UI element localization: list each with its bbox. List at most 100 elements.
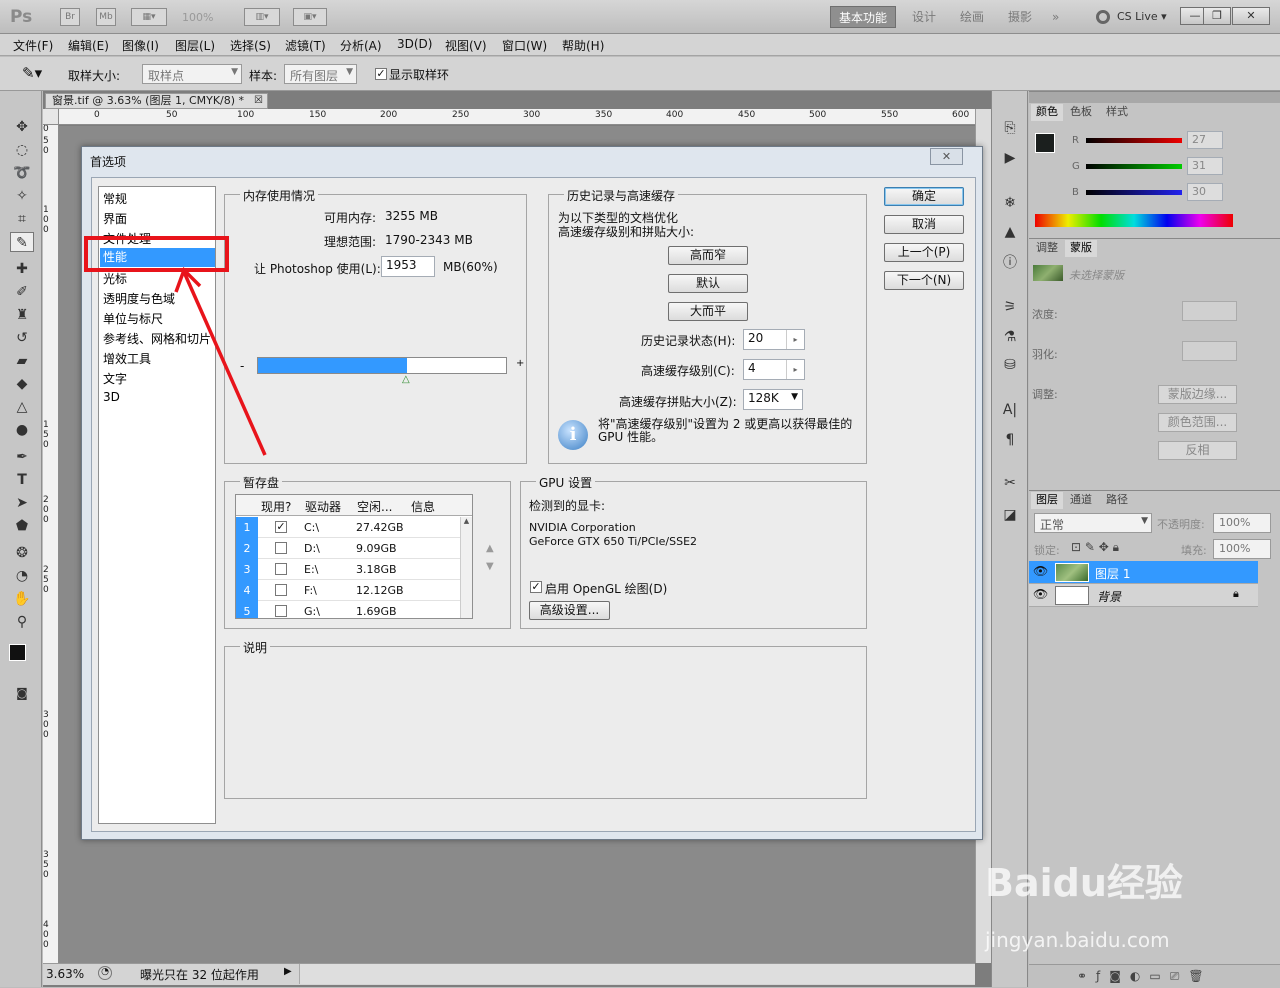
hand-tool-icon[interactable]: ✋ — [10, 589, 34, 609]
menu-layer[interactable]: 图层(L) — [175, 37, 215, 54]
sample-select[interactable]: 所有图层 ▼ — [284, 64, 357, 84]
b-slider[interactable] — [1086, 190, 1182, 195]
3d-panel-icon[interactable]: ❄ — [999, 193, 1021, 213]
actions-panel-icon[interactable]: ▶ — [999, 148, 1021, 168]
tab-swatches[interactable]: 色板 — [1065, 104, 1097, 121]
big-flat-button[interactable]: 大而平 — [668, 302, 748, 321]
menu-file[interactable]: 文件(F) — [13, 37, 53, 54]
color-spectrum[interactable] — [1035, 214, 1233, 227]
document-tab[interactable]: 窗景.tif @ 3.63% (图层 1, CMYK/8) * ☒ — [45, 93, 268, 109]
close-tab-icon[interactable]: ☒ — [254, 94, 263, 108]
3d-rotate-icon[interactable]: ❂ — [10, 543, 34, 563]
tab-color[interactable]: 颜色 — [1031, 104, 1063, 121]
nav-type[interactable]: 文字 — [103, 370, 127, 387]
menu-image[interactable]: 图像(I) — [122, 37, 159, 54]
nav-plugins[interactable]: 增效工具 — [103, 350, 151, 367]
3d-orbit-icon[interactable]: ◔ — [10, 566, 34, 586]
character-panel-icon[interactable]: A| — [999, 400, 1021, 420]
lasso-tool-icon[interactable]: ➰ — [10, 163, 34, 183]
density-field[interactable] — [1182, 301, 1237, 321]
color-range-button[interactable]: 颜色范围... — [1158, 413, 1237, 432]
mini-bridge-button[interactable]: Mb — [96, 8, 116, 26]
nav-transparency[interactable]: 透明度与色域 — [103, 290, 175, 307]
panel-header-bar[interactable] — [1029, 92, 1280, 103]
menu-3d[interactable]: 3D(D) — [397, 37, 432, 51]
horizontal-scrollbar[interactable] — [299, 964, 975, 984]
layer-row[interactable]: 👁︎ 图层 1 — [1029, 561, 1258, 584]
menu-analysis[interactable]: 分析(A) — [340, 37, 382, 54]
cache-tile-size-select[interactable]: 128K ▼ — [743, 389, 803, 410]
cache-levels-input[interactable]: 4 ▸ — [743, 359, 805, 380]
advanced-settings-button[interactable]: 高级设置... — [529, 601, 610, 620]
eyedropper-tool-icon[interactable]: ✎ — [10, 232, 34, 252]
column-header-info[interactable]: 信息 — [411, 498, 435, 515]
brushes-panel-icon[interactable]: ⚞ — [999, 297, 1021, 317]
bridge-button[interactable]: Br — [60, 8, 80, 26]
r-value[interactable]: 27 — [1187, 131, 1223, 149]
layer-name[interactable]: 图层 1 — [1095, 565, 1130, 582]
history-states-input[interactable]: 20 ▸ — [743, 329, 805, 350]
table-row[interactable]: 4 F:\ 12.12GB — [236, 580, 460, 601]
previous-button[interactable]: 上一个(P) — [884, 243, 964, 262]
scratch-active-checkbox[interactable] — [275, 584, 287, 596]
tab-masks[interactable]: 蒙版 — [1065, 240, 1097, 257]
restore-button[interactable]: ❐ — [1203, 7, 1231, 25]
visibility-eye-icon[interactable]: 👁︎ — [1033, 564, 1048, 578]
marquee-tool-icon[interactable]: ◌ — [10, 140, 34, 160]
menu-window[interactable]: 窗口(W) — [502, 37, 547, 54]
column-header-drive[interactable]: 驱动器 — [305, 498, 341, 515]
tall-thin-button[interactable]: 高而窄 — [668, 246, 748, 265]
status-menu-arrow-icon[interactable]: ▶ — [284, 966, 292, 977]
r-slider[interactable] — [1086, 138, 1182, 143]
column-header-active[interactable]: 现用? — [261, 498, 291, 515]
scratch-active-checkbox[interactable] — [275, 605, 287, 617]
nav-units[interactable]: 单位与标尺 — [103, 310, 163, 327]
zoom-tool-icon[interactable]: ⚲ — [10, 612, 34, 632]
crop-tool-icon[interactable]: ⌗ — [10, 209, 34, 229]
dialog-close-button[interactable]: ✕ — [930, 148, 963, 165]
cancel-button[interactable]: 取消 — [884, 215, 964, 234]
menu-view[interactable]: 视图(V) — [445, 37, 487, 54]
clone-source-icon[interactable]: ⚗ — [999, 327, 1021, 347]
workspace-design[interactable]: 设计 — [904, 6, 944, 28]
eraser-tool-icon[interactable]: ▰ — [10, 351, 34, 371]
ok-button[interactable]: 确定 — [884, 187, 964, 206]
brush-tool-icon[interactable]: ✐ — [10, 282, 34, 302]
opengl-checkbox[interactable]: ✓ — [530, 581, 542, 593]
foreground-swatch[interactable] — [1035, 133, 1055, 153]
menu-help[interactable]: 帮助(H) — [562, 37, 604, 54]
g-slider[interactable] — [1086, 164, 1182, 169]
screen-mode-button[interactable]: ▣▾ — [293, 8, 327, 26]
scratch-active-checkbox[interactable]: ✓ — [275, 521, 287, 533]
menu-edit[interactable]: 编辑(E) — [68, 37, 109, 54]
next-button[interactable]: 下一个(N) — [884, 271, 964, 290]
nav-interface[interactable]: 界面 — [103, 210, 127, 227]
g-value[interactable]: 31 — [1187, 157, 1223, 175]
opacity-field[interactable]: 100% — [1213, 513, 1271, 533]
table-row[interactable]: 5 G:\ 1.69GB — [236, 601, 460, 618]
memory-slider-track[interactable] — [257, 357, 507, 374]
info-panel-icon[interactable]: ⓘ — [999, 253, 1021, 273]
adjustment-panel-icon[interactable]: ◪ — [999, 505, 1021, 525]
layers-footer-icons[interactable]: ⚭ƒ◙◐▭⎚🗑︎ — [1029, 964, 1280, 988]
table-scrollbar[interactable]: ▲ — [460, 517, 472, 618]
foreground-color-swatch[interactable] — [9, 644, 26, 661]
blend-mode-select[interactable]: 正常 ▼ — [1034, 513, 1152, 533]
lock-icons[interactable]: ⊡ ✎ ✥ 🔒︎ — [1071, 540, 1119, 555]
status-info-icon[interactable]: ◔ — [98, 966, 112, 980]
nav-general[interactable]: 常规 — [103, 190, 127, 207]
default-button[interactable]: 默认 — [668, 274, 748, 293]
history-brush-icon[interactable]: ↺ — [10, 328, 34, 348]
memory-slider-thumb[interactable]: △ — [402, 374, 410, 385]
shape-tool-icon[interactable]: ⬟ — [10, 516, 34, 536]
quick-mask-icon[interactable]: ◙ — [10, 683, 34, 703]
move-up-down-arrows[interactable]: ▲ ▼ — [486, 540, 494, 576]
path-select-icon[interactable]: ➤ — [10, 493, 34, 513]
tab-layers[interactable]: 图层 — [1031, 492, 1063, 509]
visibility-eye-icon[interactable]: 👁︎ — [1033, 587, 1048, 601]
menu-select[interactable]: 选择(S) — [230, 37, 271, 54]
tab-channels[interactable]: 通道 — [1065, 492, 1097, 509]
vertical-ruler[interactable]: 0 5 0 1 0 0 1 5 0 2 0 0 2 5 0 3 0 0 3 5 … — [43, 125, 59, 963]
view-extras-button[interactable]: ▦▾ — [131, 8, 167, 26]
fill-field[interactable]: 100% — [1213, 539, 1271, 559]
